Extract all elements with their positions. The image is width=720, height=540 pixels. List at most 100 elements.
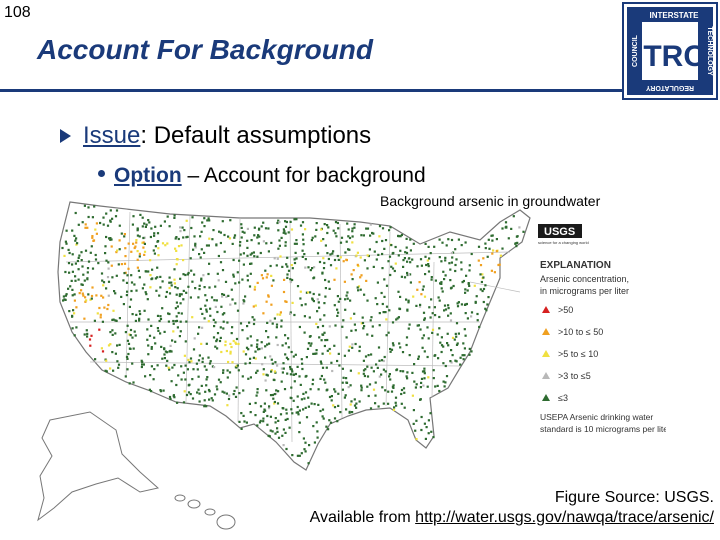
sample-dot: [328, 419, 331, 422]
sample-dot: [308, 335, 311, 338]
usgs-logo: USGS: [544, 226, 575, 238]
sample-dot: [455, 335, 458, 338]
sample-dot: [405, 237, 408, 240]
sample-dot: [124, 375, 127, 378]
sample-dot: [351, 227, 354, 230]
sample-dot: [457, 332, 460, 335]
sample-dot: [444, 256, 447, 259]
sample-dot: [203, 365, 206, 368]
sample-dot: [281, 407, 284, 410]
sample-dot: [476, 312, 479, 316]
sample-dot: [420, 415, 423, 419]
sample-dot: [371, 334, 374, 337]
sample-dot: [111, 333, 114, 336]
sample-dot: [276, 313, 279, 316]
sample-dot: [203, 317, 206, 320]
sample-dot: [366, 385, 369, 388]
sample-dot: [191, 280, 194, 283]
sample-dot: [126, 357, 129, 360]
sample-dot: [242, 252, 245, 255]
sample-dot: [140, 365, 143, 369]
sample-dot: [301, 255, 304, 258]
sample-dot: [202, 274, 205, 277]
sample-dot: [248, 285, 252, 288]
usgs-tagline: science for a changing world: [538, 240, 589, 245]
sample-dot: [384, 239, 388, 242]
sample-dot: [447, 238, 450, 241]
sample-dot: [417, 355, 420, 358]
sample-dot: [229, 219, 232, 222]
sample-dot: [234, 341, 237, 344]
sample-dot: [518, 226, 521, 229]
sample-dot: [311, 378, 315, 381]
sample-dot: [112, 369, 115, 372]
sample-dot: [248, 321, 251, 324]
sample-dot: [171, 366, 174, 369]
sample-dot: [205, 342, 208, 345]
sample-dot: [289, 373, 292, 376]
sample-dot: [455, 322, 459, 325]
sample-dot: [137, 269, 140, 272]
source-link[interactable]: http://water.usgs.gov/nawqa/trace/arseni…: [415, 509, 714, 526]
sample-dot: [337, 352, 340, 355]
sample-dot: [218, 339, 222, 343]
sample-dot: [342, 319, 345, 322]
sample-dot: [449, 268, 452, 271]
sample-dot: [168, 368, 171, 371]
sample-dot: [334, 221, 338, 224]
sample-dot: [424, 242, 427, 245]
sample-dot: [384, 370, 387, 373]
sample-dot: [423, 422, 426, 425]
logo-right-text: TECHNOLOGY: [706, 26, 713, 76]
sample-dot: [356, 263, 359, 266]
sample-dot: [305, 416, 309, 419]
sample-dot: [425, 426, 428, 429]
sample-dot: [249, 376, 252, 379]
sample-dot: [264, 356, 267, 359]
sample-dot: [208, 286, 211, 289]
sample-dot: [244, 362, 247, 365]
sample-dot: [323, 302, 326, 305]
sample-dot: [180, 312, 183, 315]
sample-dot: [94, 258, 98, 261]
sample-dot: [177, 237, 180, 241]
sample-dot: [147, 353, 150, 356]
sample-dot: [198, 288, 201, 291]
sample-dot: [99, 313, 102, 316]
sample-dot: [136, 258, 139, 261]
sample-dot: [382, 402, 385, 405]
sample-dot: [387, 390, 390, 393]
sample-dot: [211, 399, 214, 402]
sample-dot: [210, 397, 213, 400]
sample-dot: [210, 296, 214, 299]
sample-dot: [355, 254, 358, 257]
sample-dot: [143, 242, 146, 245]
sample-dot: [318, 293, 321, 296]
sample-dot: [242, 263, 245, 266]
sample-dot: [442, 345, 445, 348]
sample-dot: [90, 245, 93, 248]
sample-dot: [359, 276, 362, 279]
sample-dot: [264, 345, 267, 348]
sample-dot: [409, 281, 412, 284]
sample-dot: [317, 403, 320, 406]
sample-dot: [333, 417, 337, 420]
sample-dot: [290, 264, 293, 267]
sample-dot: [336, 359, 339, 363]
sample-dot: [163, 353, 166, 356]
sample-dot: [238, 281, 241, 284]
sample-dot: [397, 234, 400, 237]
sample-dot: [438, 315, 441, 319]
sample-dot: [84, 223, 87, 226]
sample-dot: [100, 347, 103, 350]
sample-dot: [461, 281, 464, 284]
sample-dot: [442, 270, 445, 273]
sample-dot: [470, 350, 473, 353]
sample-dot: [380, 373, 383, 376]
sample-dot: [90, 334, 93, 337]
sample-dot: [275, 323, 279, 326]
sample-dot: [84, 226, 87, 229]
sample-dot: [380, 291, 383, 295]
sample-dot: [393, 406, 396, 409]
sample-dot: [246, 279, 249, 282]
